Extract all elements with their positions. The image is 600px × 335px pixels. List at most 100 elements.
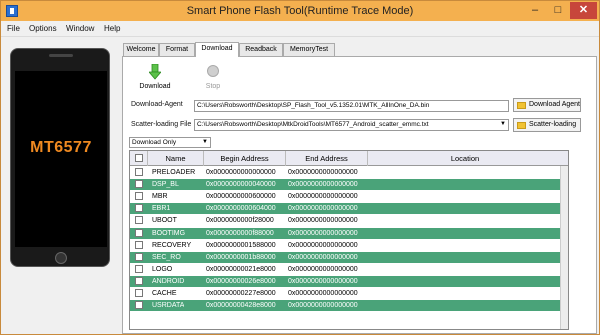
begin-address-cell: 0x0000000001588000 bbox=[206, 241, 276, 249]
row-checkbox[interactable] bbox=[135, 240, 143, 249]
download-agent-label: Download-Agent bbox=[131, 101, 183, 108]
partition-name-cell: MBR bbox=[152, 193, 168, 201]
folder-icon bbox=[517, 102, 526, 109]
row-checkbox[interactable] bbox=[135, 192, 143, 201]
partition-name-cell: SEC_RO bbox=[152, 253, 181, 261]
tab-format[interactable]: Format bbox=[159, 43, 195, 56]
table-row[interactable]: UBOOT 0x0000000000f28000 0x000000000000000… bbox=[130, 215, 568, 226]
chevron-down-icon[interactable]: ▼ bbox=[499, 121, 507, 128]
table-row[interactable]: CACHE 0x00000000227e8000 0x000000000000000… bbox=[130, 288, 568, 299]
begin-address-cell: 0x0000000000604000 bbox=[206, 205, 276, 213]
partition-name-cell: EBR1 bbox=[152, 205, 171, 213]
scatter-loading-button[interactable]: Scatter-loading bbox=[513, 118, 581, 132]
table-row[interactable]: PRELOADER 0x0000000000000000 0x00000000000… bbox=[130, 167, 568, 178]
chevron-down-icon: ▼ bbox=[202, 139, 208, 145]
end-address-cell: 0x0000000000000000 bbox=[288, 169, 358, 176]
scatter-file-path-field[interactable]: C:\Users\Robsworth\Desktop\MtkDroidTools… bbox=[194, 119, 509, 131]
minimize-button[interactable]: – bbox=[523, 2, 547, 19]
end-address-cell: 0x0000000000000000 bbox=[288, 302, 358, 310]
end-address-cell: 0x0000000000000000 bbox=[288, 241, 358, 249]
row-checkbox[interactable] bbox=[135, 204, 143, 213]
flash-tool-window: Smart Phone Flash Tool(Runtime Trace Mod… bbox=[0, 0, 600, 335]
row-checkbox[interactable] bbox=[135, 228, 143, 237]
menu-bar: File Options Window Help bbox=[1, 21, 599, 37]
end-address-cell: 0x0000000000000000 bbox=[288, 217, 358, 225]
tab-welcome[interactable]: Welcome bbox=[123, 43, 159, 56]
partition-name-cell: ANDROID bbox=[152, 277, 185, 285]
begin-address-cell: 0x0000000000f28000 bbox=[206, 217, 274, 225]
end-address-cell: 0x0000000000000000 bbox=[288, 229, 358, 237]
row-checkbox[interactable] bbox=[135, 289, 143, 297]
tab-download[interactable]: Download bbox=[195, 42, 239, 57]
close-button[interactable]: ✕ bbox=[570, 2, 597, 19]
menu-options[interactable]: Options bbox=[29, 24, 57, 33]
partition-name-cell: LOGO bbox=[152, 265, 173, 273]
partition-table: Name Begin Address End Address Location … bbox=[129, 150, 569, 330]
end-address-cell: 0x0000000000000000 bbox=[288, 277, 358, 285]
select-all-checkbox[interactable] bbox=[135, 154, 143, 162]
download-mode-select[interactable]: Download Only ▼ bbox=[129, 137, 211, 148]
begin-address-cell: 0x0000000000000000 bbox=[206, 169, 276, 176]
column-header-begin-address[interactable]: Begin Address bbox=[204, 151, 286, 166]
row-checkbox[interactable] bbox=[135, 276, 143, 285]
download-button-label: Download bbox=[139, 83, 171, 90]
end-address-cell: 0x0000000000000000 bbox=[288, 290, 358, 297]
table-row[interactable]: BOOTIMG 0x0000000000f88000 0x0000000000000… bbox=[130, 227, 568, 239]
begin-address-cell: 0x0000000000040000 bbox=[206, 181, 276, 189]
partition-name-cell: USRDATA bbox=[152, 302, 185, 310]
download-mode-value: Download Only bbox=[132, 139, 177, 146]
row-checkbox[interactable] bbox=[135, 252, 143, 261]
table-row[interactable]: ANDROID 0x00000000026e8000 0x0000000000000… bbox=[130, 275, 568, 287]
row-checkbox[interactable] bbox=[135, 180, 143, 189]
download-arrow-icon bbox=[149, 64, 161, 80]
begin-address-cell: 0x0000000000600000 bbox=[206, 193, 276, 201]
select-all-column bbox=[130, 151, 148, 166]
phone-image: MT6577 bbox=[10, 48, 110, 267]
end-address-cell: 0x0000000000000000 bbox=[288, 253, 358, 261]
menu-help[interactable]: Help bbox=[104, 24, 120, 33]
row-checkbox[interactable] bbox=[135, 216, 143, 225]
stop-button[interactable]: Stop bbox=[193, 63, 233, 93]
row-checkbox[interactable] bbox=[135, 301, 143, 310]
table-row[interactable]: LOGO 0x00000000021e8000 0x0000000000000000 bbox=[130, 264, 568, 275]
phone-speaker bbox=[49, 54, 73, 57]
table-row[interactable]: EBR1 0x0000000000604000 0x0000000000000000 bbox=[130, 203, 568, 215]
end-address-cell: 0x0000000000000000 bbox=[288, 205, 358, 213]
begin-address-cell: 0x0000000000f88000 bbox=[206, 229, 274, 237]
title-bar[interactable]: Smart Phone Flash Tool(Runtime Trace Mod… bbox=[1, 1, 599, 21]
partition-name-cell: CACHE bbox=[152, 290, 177, 297]
row-checkbox[interactable] bbox=[135, 264, 143, 273]
table-row[interactable]: USRDATA 0x00000000428e8000 0x0000000000000… bbox=[130, 300, 568, 312]
table-row[interactable]: DSP_BL 0x0000000000040000 0x00000000000000… bbox=[130, 179, 568, 191]
window-title: Smart Phone Flash Tool(Runtime Trace Mod… bbox=[186, 5, 414, 17]
column-header-location[interactable]: Location bbox=[368, 151, 562, 166]
scatter-file-path-value: C:\Users\Robsworth\Desktop\MtkDroidTools… bbox=[197, 121, 429, 128]
partition-name-cell: DSP_BL bbox=[152, 181, 179, 189]
menu-window[interactable]: Window bbox=[66, 24, 94, 33]
download-agent-button[interactable]: Download Agent bbox=[513, 98, 581, 112]
column-header-end-address[interactable]: End Address bbox=[286, 151, 368, 166]
table-scrollbar[interactable] bbox=[560, 166, 568, 329]
maximize-button[interactable]: □ bbox=[546, 2, 570, 19]
download-agent-path-field[interactable]: C:\Users\Robsworth\Desktop\SP_Flash_Tool… bbox=[194, 100, 509, 112]
partition-name-cell: PRELOADER bbox=[152, 169, 196, 176]
tab-readback[interactable]: Readback bbox=[239, 43, 283, 56]
menu-file[interactable]: File bbox=[7, 24, 20, 33]
end-address-cell: 0x0000000000000000 bbox=[288, 181, 358, 189]
table-row[interactable]: SEC_RO 0x0000000001b88000 0x00000000000000… bbox=[130, 251, 568, 263]
scatter-loading-label: Scatter-loading File bbox=[131, 121, 192, 128]
download-button[interactable]: Download bbox=[135, 63, 175, 93]
phone-screen: MT6577 bbox=[15, 71, 107, 247]
phone-home-button bbox=[55, 252, 67, 264]
table-row[interactable]: MBR 0x0000000000600000 0x0000000000000000 bbox=[130, 191, 568, 202]
download-agent-button-label: Download Agent bbox=[529, 101, 580, 108]
column-header-name[interactable]: Name bbox=[148, 151, 204, 166]
row-checkbox[interactable] bbox=[135, 168, 143, 176]
table-row[interactable]: RECOVERY 0x0000000001588000 0x000000000000… bbox=[130, 240, 568, 251]
begin-address-cell: 0x00000000428e8000 bbox=[206, 302, 276, 310]
folder-icon bbox=[517, 122, 526, 129]
stop-icon bbox=[207, 65, 219, 77]
tab-memorytest[interactable]: MemoryTest bbox=[283, 43, 335, 56]
begin-address-cell: 0x00000000021e8000 bbox=[206, 265, 276, 273]
end-address-cell: 0x0000000000000000 bbox=[288, 193, 358, 201]
